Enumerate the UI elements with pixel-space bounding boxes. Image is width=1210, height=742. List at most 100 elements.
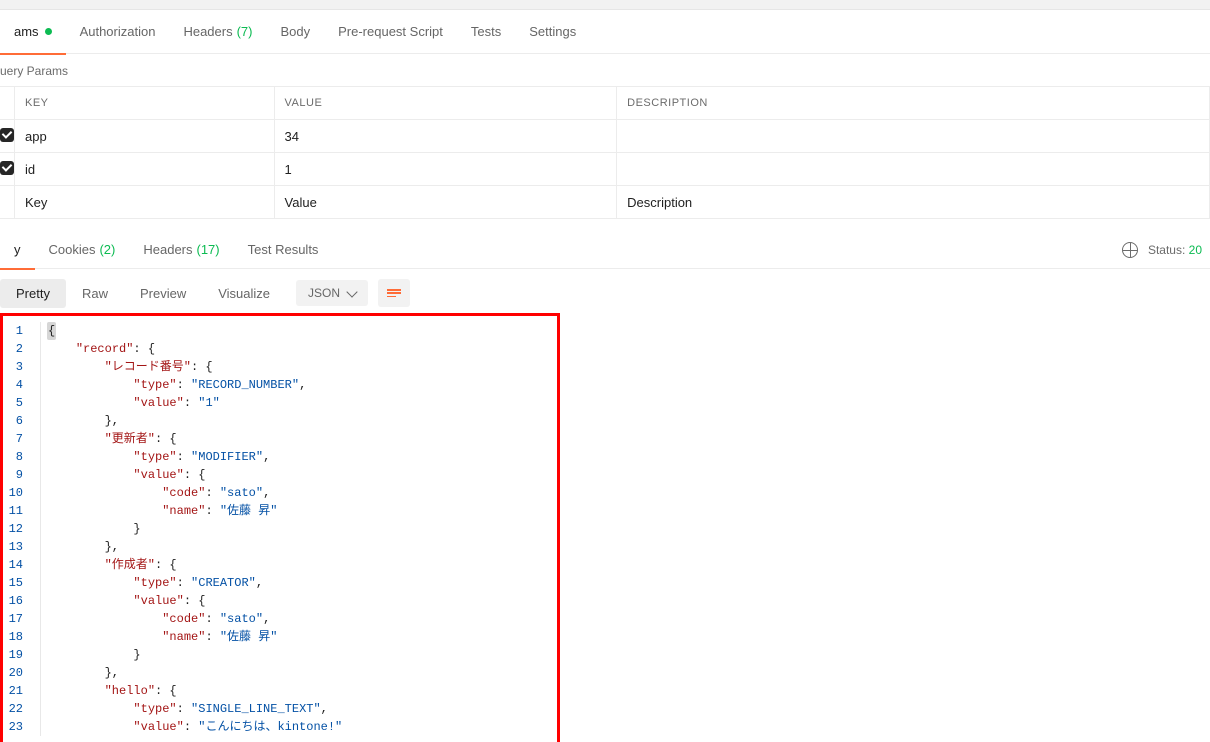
token: : {: [191, 358, 213, 376]
checkbox-checked-icon[interactable]: [0, 128, 14, 142]
tab-count: (7): [237, 24, 253, 39]
fold-gutter[interactable]: [33, 574, 41, 592]
token: "SINGLE_LINE_TEXT": [191, 700, 321, 718]
fold-gutter[interactable]: [33, 394, 41, 412]
fold-gutter[interactable]: [33, 322, 41, 340]
token: }: [133, 646, 140, 664]
token: "佐藤 昇": [220, 502, 278, 520]
param-value-cell[interactable]: 34: [274, 120, 617, 153]
view-raw-button[interactable]: Raw: [66, 279, 124, 308]
column-value-header[interactable]: VALUE: [274, 87, 617, 120]
token: [47, 358, 105, 376]
globe-icon[interactable]: [1122, 242, 1138, 258]
row-checkbox-cell[interactable]: [0, 120, 15, 153]
fold-gutter[interactable]: [33, 628, 41, 646]
column-key-header[interactable]: KEY: [15, 87, 275, 120]
code-line: 23 "value": "こんにちは、kintone!": [3, 718, 557, 736]
tab-tests[interactable]: Tests: [457, 10, 515, 54]
tab-pre-request-script[interactable]: Pre-request Script: [324, 10, 457, 54]
view-pretty-button[interactable]: Pretty: [0, 279, 66, 308]
fold-gutter[interactable]: [33, 682, 41, 700]
token: ,: [299, 376, 306, 394]
fold-gutter[interactable]: [33, 718, 41, 736]
token: "value": [133, 394, 183, 412]
fold-gutter[interactable]: [33, 646, 41, 664]
token: [47, 646, 133, 664]
fold-gutter[interactable]: [33, 484, 41, 502]
fold-gutter[interactable]: [33, 430, 41, 448]
fold-gutter[interactable]: [33, 610, 41, 628]
token: "RECORD_NUMBER": [191, 376, 299, 394]
param-desc-cell[interactable]: [617, 153, 1210, 186]
token: "こんにちは、kintone!": [198, 718, 342, 736]
token: "code": [162, 610, 205, 628]
fold-gutter[interactable]: [33, 412, 41, 430]
response-tab-headers[interactable]: Headers (17): [129, 231, 233, 269]
fold-gutter[interactable]: [33, 556, 41, 574]
code-line: 15 "type": "CREATOR",: [3, 574, 557, 592]
row-checkbox-cell[interactable]: [0, 153, 15, 186]
code-line: 17 "code": "sato",: [3, 610, 557, 628]
token: "record": [76, 340, 134, 358]
response-body[interactable]: 1{2 "record": {3 "レコード番号": {4 "type": "R…: [3, 316, 557, 742]
response-tab-cookies[interactable]: Cookies (2): [35, 231, 130, 269]
checkbox-header: [0, 87, 15, 120]
line-number: 8: [3, 448, 33, 466]
fold-gutter[interactable]: [33, 700, 41, 718]
status-code: 20: [1189, 243, 1202, 257]
token: "name": [162, 502, 205, 520]
code-line: 1{: [3, 322, 557, 340]
fold-gutter[interactable]: [33, 466, 41, 484]
fold-gutter[interactable]: [33, 664, 41, 682]
line-number: 6: [3, 412, 33, 430]
token: "佐藤 昇": [220, 628, 278, 646]
response-tab-test-results[interactable]: Test Results: [234, 231, 333, 269]
fold-gutter[interactable]: [33, 448, 41, 466]
fold-gutter[interactable]: [33, 520, 41, 538]
tab-authorization[interactable]: Authorization: [66, 10, 170, 54]
fold-gutter[interactable]: [33, 340, 41, 358]
line-number: 17: [3, 610, 33, 628]
param-key-input[interactable]: Key: [15, 186, 275, 219]
view-visualize-button[interactable]: Visualize: [202, 279, 286, 308]
tab-ams[interactable]: ams: [0, 10, 66, 54]
fold-gutter[interactable]: [33, 358, 41, 376]
checkbox-checked-icon[interactable]: [0, 161, 14, 175]
token: ,: [263, 484, 270, 502]
fold-gutter[interactable]: [33, 502, 41, 520]
line-number: 15: [3, 574, 33, 592]
token: :: [177, 574, 191, 592]
response-tab-y[interactable]: y: [0, 231, 35, 269]
code-line: 18 "name": "佐藤 昇": [3, 628, 557, 646]
status-label: Status:: [1148, 243, 1185, 257]
fold-gutter[interactable]: [33, 376, 41, 394]
format-dropdown[interactable]: JSON: [296, 280, 368, 306]
tab-settings[interactable]: Settings: [515, 10, 590, 54]
fold-gutter[interactable]: [33, 592, 41, 610]
line-number: 7: [3, 430, 33, 448]
token: "code": [162, 484, 205, 502]
token: [47, 466, 133, 484]
param-key-cell[interactable]: app: [15, 120, 275, 153]
token: [47, 610, 162, 628]
param-desc-input[interactable]: Description: [617, 186, 1210, 219]
tab-body[interactable]: Body: [266, 10, 324, 54]
column-description-header[interactable]: DESCRIPTION: [617, 87, 1210, 120]
wrap-lines-button[interactable]: [378, 279, 410, 307]
fold-gutter[interactable]: [33, 538, 41, 556]
token: "sato": [220, 484, 263, 502]
format-selected: JSON: [308, 286, 340, 300]
code-line: 4 "type": "RECORD_NUMBER",: [3, 376, 557, 394]
line-number: 12: [3, 520, 33, 538]
view-preview-button[interactable]: Preview: [124, 279, 202, 308]
line-number: 11: [3, 502, 33, 520]
param-desc-cell[interactable]: [617, 120, 1210, 153]
param-value-cell[interactable]: 1: [274, 153, 617, 186]
line-number: 14: [3, 556, 33, 574]
tab-headers[interactable]: Headers (7): [169, 10, 266, 54]
query-params-table: KEY VALUE DESCRIPTION app34id1KeyValueDe…: [0, 86, 1210, 219]
token: :: [184, 394, 198, 412]
table-row: app34: [0, 120, 1210, 153]
param-key-cell[interactable]: id: [15, 153, 275, 186]
param-value-input[interactable]: Value: [274, 186, 617, 219]
